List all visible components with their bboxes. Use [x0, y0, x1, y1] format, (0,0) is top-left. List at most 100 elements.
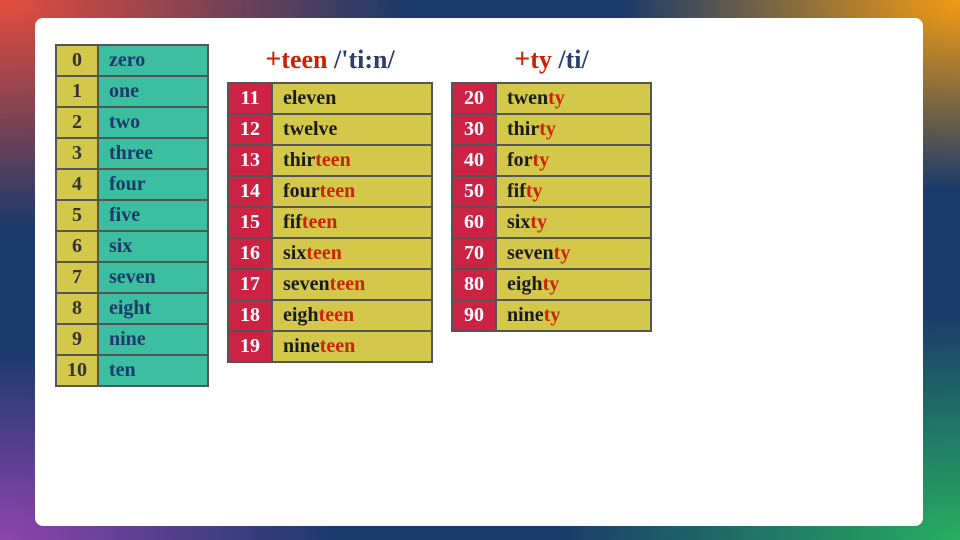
- ty-plus: +: [514, 44, 530, 75]
- ty-suffix: ty: [539, 118, 556, 140]
- basic-word: three: [98, 138, 208, 169]
- basic-num: 8: [56, 293, 98, 324]
- ty-section: +ty /ti/ 20 twenty 30 thirty 40 forty 50…: [451, 44, 652, 332]
- basic-word: six: [98, 231, 208, 262]
- teen-plus: +: [265, 44, 281, 75]
- teen-num: 14: [228, 176, 272, 207]
- ty-num: 40: [452, 145, 496, 176]
- teen-suffix: teen: [315, 149, 351, 171]
- basic-num: 4: [56, 169, 98, 200]
- teen-word: nineteen: [272, 331, 432, 362]
- basic-word: nine: [98, 324, 208, 355]
- ty-suffix: ty: [543, 273, 560, 295]
- basic-row: 1 one: [56, 76, 208, 107]
- basic-num: 2: [56, 107, 98, 138]
- basic-num: 6: [56, 231, 98, 262]
- teen-table: 11 eleven 12 twelve 13 thirteen 14 fourt…: [227, 82, 433, 363]
- teen-num: 16: [228, 238, 272, 269]
- teen-word: eighteen: [272, 300, 432, 331]
- ty-row: 30 thirty: [452, 114, 651, 145]
- teen-suffix: teen: [330, 273, 366, 295]
- teen-suffix: teen: [320, 335, 356, 357]
- teen-num: 12: [228, 114, 272, 145]
- teen-row: 11 eleven: [228, 83, 432, 114]
- basic-row: 4 four: [56, 169, 208, 200]
- basic-num: 1: [56, 76, 98, 107]
- basic-num: 0: [56, 45, 98, 76]
- ty-num: 30: [452, 114, 496, 145]
- basic-numbers-table: 0 zero 1 one 2 two 3 three 4 four 5 five…: [55, 44, 209, 387]
- ty-header: +ty /ti/: [451, 44, 652, 76]
- teen-row: 18 eighteen: [228, 300, 432, 331]
- ty-word: seventy: [496, 238, 651, 269]
- ty-num: 60: [452, 207, 496, 238]
- basic-num: 3: [56, 138, 98, 169]
- ty-num: 50: [452, 176, 496, 207]
- ty-row: 20 twenty: [452, 83, 651, 114]
- teen-label: teen: [281, 45, 327, 74]
- ty-row: 60 sixty: [452, 207, 651, 238]
- teen-suffix: teen: [320, 180, 356, 202]
- ty-word: thirty: [496, 114, 651, 145]
- basic-num: 9: [56, 324, 98, 355]
- ty-suffix: ty: [530, 211, 547, 233]
- teen-row: 19 nineteen: [228, 331, 432, 362]
- ty-row: 80 eighty: [452, 269, 651, 300]
- ty-suffix: ty: [554, 242, 571, 264]
- content-area: 0 zero 1 one 2 two 3 three 4 four 5 five…: [55, 44, 903, 387]
- teen-suffix: teen: [319, 304, 355, 326]
- teen-row: 14 fourteen: [228, 176, 432, 207]
- teen-word: thirteen: [272, 145, 432, 176]
- teen-word: seventeen: [272, 269, 432, 300]
- teen-suffix: teen: [302, 211, 338, 233]
- ty-label: ty: [530, 45, 552, 74]
- teen-word: fifteen: [272, 207, 432, 238]
- teen-word: sixteen: [272, 238, 432, 269]
- ty-suffix: ty: [533, 149, 550, 171]
- ty-word: ninety: [496, 300, 651, 331]
- teen-suffix: teen: [306, 242, 342, 264]
- basic-row: 8 eight: [56, 293, 208, 324]
- ty-word: fifty: [496, 176, 651, 207]
- basic-word: seven: [98, 262, 208, 293]
- ty-num: 90: [452, 300, 496, 331]
- teen-word: fourteen: [272, 176, 432, 207]
- basic-word: zero: [98, 45, 208, 76]
- teen-row: 12 twelve: [228, 114, 432, 145]
- ty-word: forty: [496, 145, 651, 176]
- basic-row: 5 five: [56, 200, 208, 231]
- teen-word: eleven: [272, 83, 432, 114]
- ty-row: 70 seventy: [452, 238, 651, 269]
- teen-row: 16 sixteen: [228, 238, 432, 269]
- ty-word: eighty: [496, 269, 651, 300]
- teen-num: 15: [228, 207, 272, 238]
- ty-suffix: ty: [544, 304, 561, 326]
- basic-row: 7 seven: [56, 262, 208, 293]
- teen-word: twelve: [272, 114, 432, 145]
- ty-num: 80: [452, 269, 496, 300]
- teen-num: 17: [228, 269, 272, 300]
- basic-row: 10 ten: [56, 355, 208, 386]
- teen-header: +teen /'ti:n/: [227, 44, 433, 76]
- basic-word: ten: [98, 355, 208, 386]
- ty-ipa: /ti/: [558, 45, 588, 74]
- basic-num: 5: [56, 200, 98, 231]
- basic-num: 10: [56, 355, 98, 386]
- basic-word: two: [98, 107, 208, 138]
- basic-row: 9 nine: [56, 324, 208, 355]
- basic-word: eight: [98, 293, 208, 324]
- teen-num: 19: [228, 331, 272, 362]
- basic-row: 0 zero: [56, 45, 208, 76]
- teen-num: 11: [228, 83, 272, 114]
- ty-row: 90 ninety: [452, 300, 651, 331]
- teen-num: 18: [228, 300, 272, 331]
- ty-row: 50 fifty: [452, 176, 651, 207]
- teen-row: 17 seventeen: [228, 269, 432, 300]
- basic-word: four: [98, 169, 208, 200]
- ty-word: twenty: [496, 83, 651, 114]
- ty-num: 20: [452, 83, 496, 114]
- ty-num: 70: [452, 238, 496, 269]
- ty-table: 20 twenty 30 thirty 40 forty 50 fifty 60…: [451, 82, 652, 332]
- ty-suffix: ty: [548, 87, 565, 109]
- basic-word: five: [98, 200, 208, 231]
